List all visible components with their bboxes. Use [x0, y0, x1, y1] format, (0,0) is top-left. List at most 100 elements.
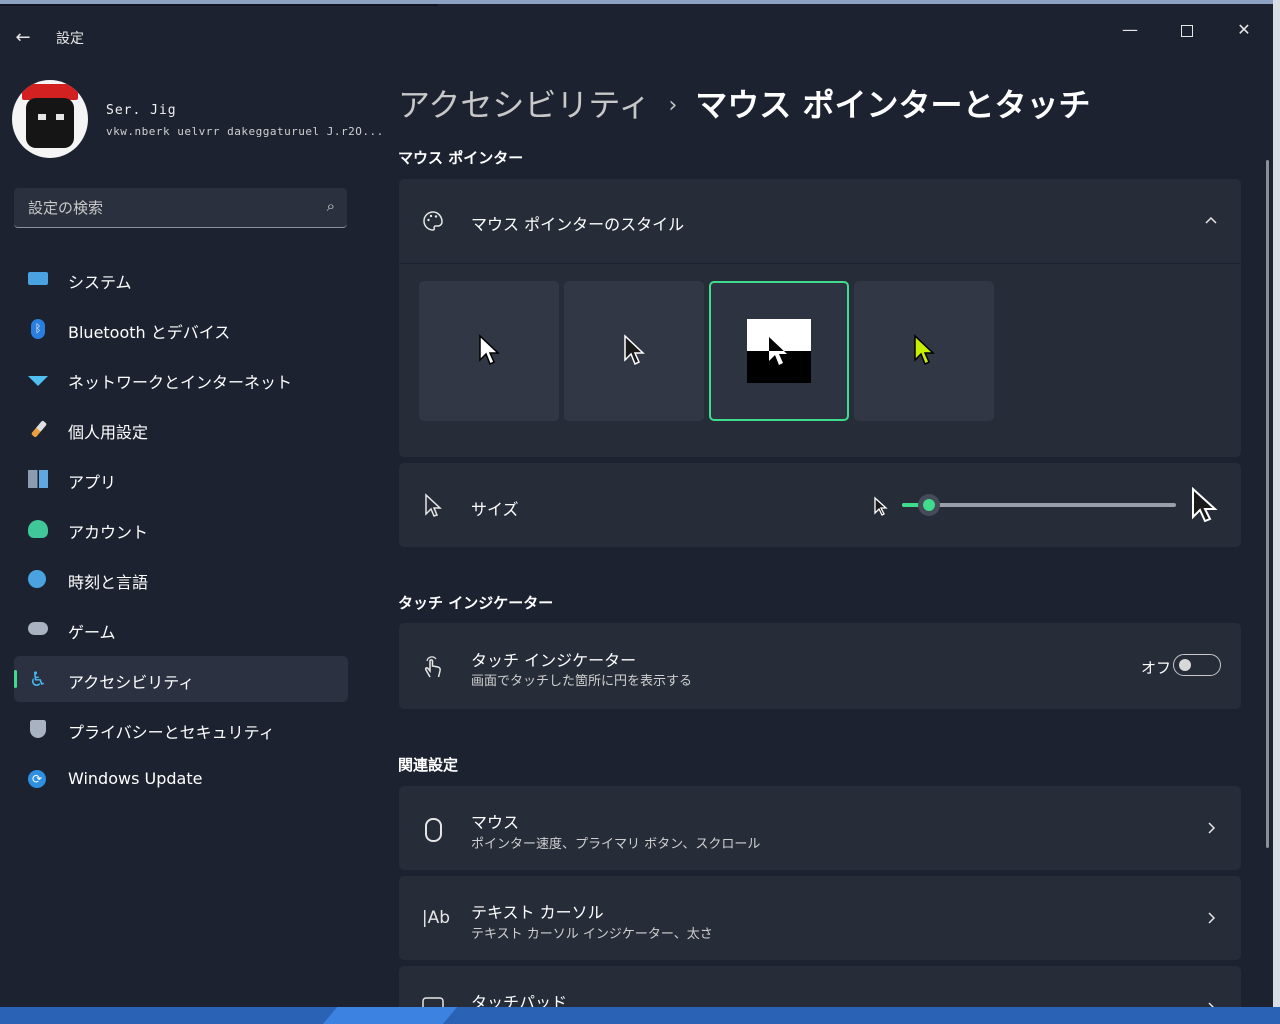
settings-window: ← 設定 — ✕ Ser. Jig vkw.nberk uelvrr dakeg… [0, 4, 1273, 1007]
desktop-background-right [1273, 0, 1280, 1024]
related-item-touchpad[interactable]: タッチパッド [399, 966, 1241, 1007]
breadcrumb-parent[interactable]: アクセシビリティ [398, 86, 650, 124]
wifi-icon [28, 376, 48, 386]
sidebar-item-accessibility[interactable]: ♿ アクセシビリティ [14, 656, 348, 702]
large-pointer-icon [1190, 486, 1218, 529]
related-item-text-cursor[interactable]: |Ab テキスト カーソル テキスト カーソル インジケーター、太さ [399, 876, 1241, 960]
related-item-subtitle: ポインター速度、プライマリ ボタン、スクロール [471, 837, 761, 852]
related-item-title: タッチパッド [471, 993, 568, 1007]
chevron-right-icon [1203, 820, 1219, 836]
pointer-style-white[interactable] [419, 281, 559, 421]
arrow-left-icon: ← [15, 27, 31, 48]
sidebar-item-label: ネットワークとインターネット [68, 373, 293, 392]
inverted-cursor-icon [747, 319, 811, 383]
sidebar-item-label: 個人用設定 [68, 423, 149, 442]
sidebar-item-personalization[interactable]: 個人用設定 [14, 406, 348, 452]
toggle-state-label: オフ [1140, 659, 1171, 677]
search-box: ⌕ [14, 188, 347, 228]
sidebar-item-windows-update[interactable]: ⟳ Windows Update [14, 756, 348, 802]
avatar[interactable] [12, 80, 88, 158]
bluetooth-icon: ᛒ [31, 319, 45, 339]
pointer-size-label: サイズ [471, 500, 519, 519]
touchpad-icon [421, 996, 445, 1007]
sidebar-item-label: ゲーム [68, 623, 116, 642]
pointer-icon [421, 493, 445, 517]
pointer-size-card: サイズ [399, 463, 1241, 547]
sidebar-item-apps[interactable]: アプリ [14, 456, 348, 502]
section-title-mouse-pointer: マウス ポインター [398, 149, 524, 167]
touch-indicator-toggle[interactable] [1173, 654, 1221, 676]
scrollbar[interactable] [1266, 160, 1269, 848]
white-cursor-icon [479, 334, 500, 366]
pointer-style-header[interactable]: マウス ポインターのスタイル [399, 179, 1241, 263]
pointer-style-card: マウス ポインターのスタイル [399, 179, 1241, 457]
pointer-style-custom[interactable] [854, 281, 994, 421]
page-title: マウス ポインターとタッチ [695, 86, 1091, 124]
user-email: vkw.nberk uelvrr dakeggaturuel J.r2O... [106, 125, 384, 138]
chevron-right-icon [1203, 1000, 1219, 1007]
search-icon[interactable]: ⌕ [327, 197, 335, 215]
maximize-button[interactable] [1164, 12, 1210, 48]
palette-icon [421, 209, 445, 233]
person-icon [28, 520, 48, 538]
sidebar-item-gaming[interactable]: ゲーム [14, 606, 348, 652]
sidebar-item-label: Bluetooth とデバイス [68, 323, 231, 342]
selection-indicator [14, 670, 17, 688]
close-icon: ✕ [1237, 20, 1251, 39]
related-item-mouse[interactable]: マウス ポインター速度、プライマリ ボタン、スクロール [399, 786, 1241, 870]
touch-indicator-description: 画面でタッチした箇所に円を表示する [471, 674, 693, 689]
related-item-subtitle: テキスト カーソル インジケーター、太さ [471, 927, 713, 942]
clock-globe-icon [28, 570, 46, 588]
sidebar-item-privacy[interactable]: プライバシーとセキュリティ [14, 706, 348, 752]
section-title-related: 関連設定 [398, 756, 459, 774]
breadcrumb-separator: › [668, 93, 678, 118]
sidebar-item-label: アクセシビリティ [68, 673, 195, 692]
sidebar-item-label: Windows Update [68, 769, 203, 788]
sidebar-item-network[interactable]: ネットワークとインターネット [14, 356, 348, 402]
text-cursor-icon: |Ab [421, 908, 451, 928]
sidebar-item-label: プライバシーとセキュリティ [68, 723, 275, 742]
chevron-right-icon [1203, 910, 1219, 926]
sidebar-nav: システム ᛒ Bluetooth とデバイス ネットワークとインターネット 個人… [14, 256, 348, 806]
related-item-title: マウス [471, 813, 520, 832]
pointer-size-slider[interactable] [902, 494, 1176, 516]
gamepad-icon [28, 622, 48, 635]
search-input[interactable] [14, 188, 320, 228]
apps-icon [28, 470, 48, 488]
chevron-up-icon[interactable] [1203, 213, 1219, 229]
pointer-style-label: マウス ポインターのスタイル [471, 215, 685, 234]
touch-indicator-card: タッチ インジケーター 画面でタッチした箇所に円を表示する オフ [399, 623, 1241, 709]
brush-icon [30, 420, 48, 438]
sidebar-item-time-language[interactable]: 時刻と言語 [14, 556, 348, 602]
divider [399, 263, 1241, 264]
sidebar-item-bluetooth[interactable]: ᛒ Bluetooth とデバイス [14, 306, 348, 352]
app-title: 設定 [56, 31, 84, 47]
back-button[interactable]: ← [10, 26, 36, 50]
sidebar-item-label: アプリ [68, 473, 117, 492]
breadcrumb: アクセシビリティ › マウス ポインターとタッチ [398, 80, 1090, 126]
maximize-icon [1181, 24, 1193, 37]
slider-thumb[interactable] [918, 494, 941, 516]
sidebar-item-label: 時刻と言語 [68, 573, 149, 592]
small-pointer-icon [873, 496, 889, 522]
minimize-icon: — [1122, 20, 1138, 39]
shield-icon [30, 720, 46, 738]
sidebar-item-label: アカウント [68, 523, 149, 542]
sidebar-item-system[interactable]: システム [14, 256, 348, 302]
update-icon: ⟳ [28, 770, 46, 788]
pointer-style-inverted[interactable] [709, 281, 849, 421]
minimize-button[interactable]: — [1107, 12, 1153, 48]
sidebar-item-label: システム [68, 273, 132, 292]
mouse-icon [421, 816, 445, 842]
pointer-style-black[interactable] [564, 281, 704, 421]
section-title-touch: タッチ インジケーター [398, 594, 554, 612]
taskbar-edge [0, 1007, 1280, 1024]
custom-color-cursor-icon [914, 334, 935, 366]
accessibility-icon: ♿ [29, 667, 47, 691]
close-button[interactable]: ✕ [1221, 12, 1267, 48]
black-cursor-icon [624, 334, 645, 366]
touch-indicator-title: タッチ インジケーター [471, 651, 637, 670]
touch-icon [421, 653, 445, 678]
sidebar-item-accounts[interactable]: アカウント [14, 506, 348, 552]
monitor-icon [28, 272, 48, 285]
